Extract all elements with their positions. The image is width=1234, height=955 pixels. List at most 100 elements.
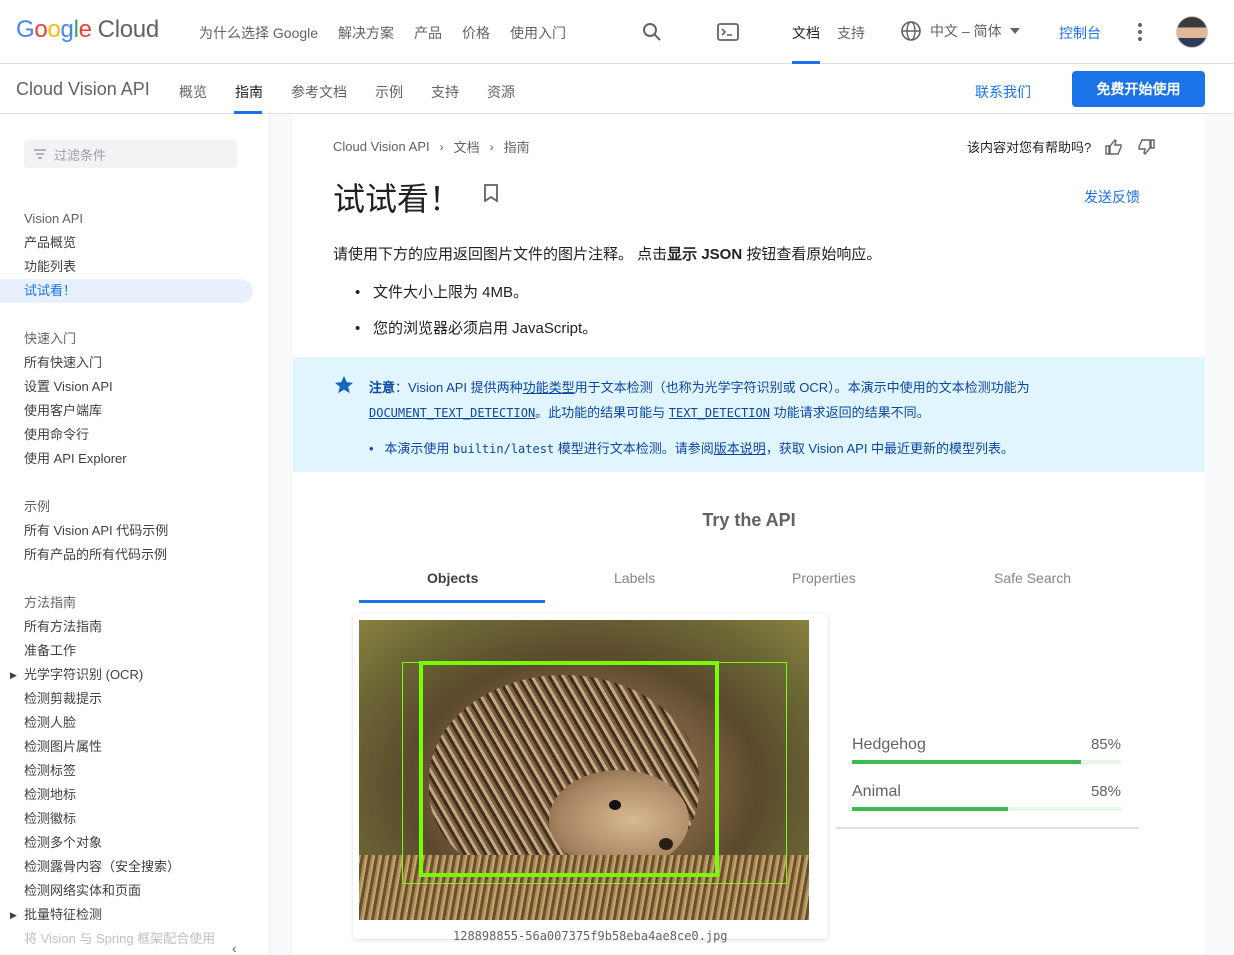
left-gutter [270,114,293,955]
collapse-sidebar-icon[interactable]: ‹ [232,940,237,955]
google-cloud-logo[interactable]: Google Cloud [16,16,159,44]
sidebar-item-label: 所有 Vision API 代码示例 [24,523,169,538]
sidebar-item[interactable]: 检测多个对象 [0,831,269,855]
breadcrumb-item[interactable]: 指南 [504,137,530,156]
tab-safe-search[interactable]: Safe Search [994,570,1071,586]
bookmark-icon[interactable] [483,184,499,203]
sidebar-item[interactable]: 所有方法指南 [0,615,269,639]
nav-getting-started[interactable]: 使用入门 [510,23,566,43]
language-label: 中文 – 简体 [930,23,1002,39]
list-item: 文件大小上限为 4MB。 [355,280,597,316]
nav-products[interactable]: 产品 [414,23,442,43]
tab-samples[interactable]: 示例 [375,82,403,102]
tab-labels[interactable]: Labels [614,570,655,586]
sidebar-item-label: 使用客户端库 [24,403,103,418]
avatar[interactable] [1176,16,1208,48]
sidebar-item-label: 将 Vision 与 Spring 框架配合使用 [24,931,216,946]
sidebar-item[interactable]: ▶ 批量特征检测 [0,903,269,927]
sidebar-item-label: 产品概览 [24,235,77,250]
product-title[interactable]: Cloud Vision API [16,79,150,100]
language-selector[interactable]: 中文 – 简体 [900,20,1020,42]
nav-why-google[interactable]: 为什么选择 Google [199,23,318,43]
sidebar-item[interactable]: 所有快速入门 [0,351,269,375]
tab-docs[interactable]: 文档 [792,23,820,43]
thumb-down-icon[interactable] [1137,138,1155,155]
confidence-bar [852,807,1009,811]
nav-solutions[interactable]: 解决方案 [338,23,394,43]
search-icon[interactable] [640,20,664,44]
thumb-up-icon[interactable] [1105,138,1123,155]
note-text: 注意：Vision API 提供两种功能类型用于文本检测（也称为光学字符识别或 … [369,380,1030,456]
text-detection-link[interactable]: TEXT_DETECTION [669,406,770,420]
sidebar-item[interactable]: ▶ 光学字符识别 (OCR) [0,663,269,687]
result-percent: 85% [1090,736,1121,753]
tab-support[interactable]: 支持 [837,23,865,43]
sidebar-section-header[interactable]: 方法指南 [0,591,269,615]
breadcrumb-item[interactable]: Cloud Vision API [333,139,430,154]
sidebar-item-label: 功能列表 [24,259,77,274]
sidebar-group: 方法指南 所有方法指南 准备工作 ▶ 光学字符识别 (OCR) 检测剪裁提示检测人脸检测图… [0,591,269,951]
tab-guides[interactable]: 指南 [235,82,263,102]
sidebar-item[interactable]: 设置 Vision API [0,375,269,399]
sidebar-item-label: 所有产品的所有代码示例 [24,547,168,562]
sidebar-item[interactable]: 检测徽标 [0,807,269,831]
release-notes-link[interactable]: 版本说明 [714,441,766,456]
sidebar-item[interactable]: 准备工作 [0,639,269,663]
sidebar-item[interactable]: 检测地标 [0,783,269,807]
breadcrumb-item[interactable]: 文档 [454,137,480,156]
dropdown-arrow-icon [1009,28,1020,34]
sidebar-section-header[interactable]: 快速入门 [0,327,269,351]
tab-objects[interactable]: Objects [427,570,478,586]
tab-overview[interactable]: 概览 [179,82,207,102]
sidebar-item[interactable]: 产品概览 [0,231,269,255]
sidebar-item-label: 检测人脸 [24,715,77,730]
product-tabs: 概览 指南 参考文档 示例 支持 资源 [179,82,515,102]
filter-input[interactable]: 过滤条件 [24,140,237,168]
sidebar-item[interactable]: 检测网络实体和页面 [0,879,269,903]
nav-pricing[interactable]: 价格 [462,23,490,43]
list-item: 您的浏览器必须启用 JavaScript。 [355,316,597,352]
sidebar-item[interactable]: 所有产品的所有代码示例 [0,543,269,567]
result-row: Animal 58% [852,783,1121,823]
sidebar-item[interactable]: 功能列表 [0,255,269,279]
sidebar-item[interactable]: 使用客户端库 [0,399,269,423]
tab-reference[interactable]: 参考文档 [291,82,347,102]
sidebar-item[interactable]: 检测剪裁提示 [0,687,269,711]
sidebar-item-label: 检测标签 [24,763,77,778]
filter-icon [34,149,46,159]
sidebar-item[interactable]: 检测人脸 [0,711,269,735]
sidebar-item[interactable]: 使用 API Explorer [0,447,269,471]
sidebar-section-header[interactable]: 示例 [0,495,269,519]
terminal-icon[interactable] [716,22,740,42]
try-api-title: Try the API [702,510,796,530]
sidebar-item[interactable]: 检测标签 [0,759,269,783]
sidebar-item-label: 检测地标 [24,787,77,802]
sidebar-item[interactable]: 检测图片属性 [0,735,269,759]
sidebar-item[interactable]: 使用命令行 [0,423,269,447]
sidebar-item[interactable]: 将 Vision 与 Spring 框架配合使用 [0,927,269,951]
tab-resources[interactable]: 资源 [487,82,515,102]
sidebar-section-header[interactable]: Vision API [0,207,269,231]
sidebar-item[interactable]: 试试看！ [0,279,253,303]
chevron-right-icon: › [489,139,494,154]
more-vert-icon[interactable] [1132,20,1148,44]
requirements-list: 文件大小上限为 4MB。 您的浏览器必须启用 JavaScript。 [355,280,597,352]
page-title: 试试看！ [333,181,462,217]
sidebar-item-label: 设置 Vision API [24,379,113,394]
get-started-free-button[interactable]: 免费开始使用 [1072,71,1205,107]
document-text-detection-link[interactable]: DOCUMENT_TEXT_DETECTION [369,406,535,420]
contact-us-link[interactable]: 联系我们 [975,82,1031,102]
sidebar-item[interactable]: 所有 Vision API 代码示例 [0,519,269,543]
tab-properties[interactable]: Properties [792,570,856,586]
feature-types-link[interactable]: 功能类型 [523,380,575,395]
send-feedback-link[interactable]: 发送反馈 [1084,187,1140,207]
sidebar-item[interactable]: 检测露骨内容（安全搜索） [0,855,269,879]
expand-arrow-icon[interactable]: ▶ [10,663,17,687]
console-link[interactable]: 控制台 [1059,23,1101,43]
sidebar-item-label: 批量特征检测 [24,907,103,922]
tab-support[interactable]: 支持 [431,82,459,102]
sidebar-item-label: 所有快速入门 [24,355,103,370]
sidebar-item-label: 检测多个对象 [24,835,103,850]
sidebar-item-label: 使用 API Explorer [24,451,127,466]
expand-arrow-icon[interactable]: ▶ [10,903,17,927]
